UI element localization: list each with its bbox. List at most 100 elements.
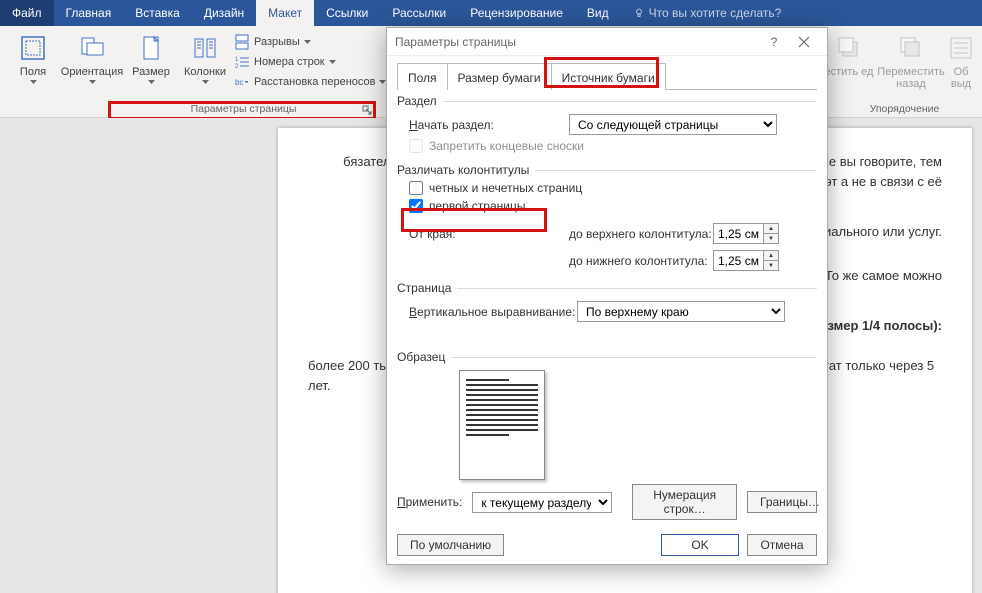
dlg-tab-paper-size[interactable]: Размер бумаги: [447, 63, 552, 90]
suppress-endnotes-label: Запретить концевые сноски: [429, 139, 584, 153]
ok-button[interactable]: OK: [661, 534, 739, 556]
cancel-button[interactable]: Отмена: [747, 534, 817, 556]
valign-label: Вертикальное выравнивание:: [409, 305, 577, 319]
tell-me-search[interactable]: Что вы хотите сделать?: [621, 6, 794, 20]
group-arrange: естить ед Переместить назад Об выд: [816, 26, 982, 102]
chevron-down-icon: [30, 80, 37, 84]
valign-select[interactable]: По верхнему краю: [577, 301, 785, 322]
tell-me-placeholder: Что вы хотите сделать?: [649, 6, 782, 20]
btn-selection-pane[interactable]: Об выд: [946, 28, 976, 102]
bring-forward-icon: [833, 32, 865, 64]
label: Поля: [20, 66, 46, 78]
chevron-down-icon: [329, 60, 336, 64]
dialog-apply-row: Применить: к текущему разделу Нумерация …: [397, 484, 817, 520]
group-hf-label: Различать колонтитулы: [397, 163, 529, 177]
svg-text:bc: bc: [235, 78, 243, 87]
dialog-body: Раздел Начать раздел: Со следующей стран…: [397, 94, 817, 524]
section-start-select[interactable]: Со следующей страницы: [569, 114, 777, 135]
lightbulb-icon: [633, 7, 645, 19]
header-distance-field[interactable]: [713, 223, 763, 244]
header-distance-input[interactable]: ▲▼: [713, 223, 781, 244]
group-preview-label: Образец: [397, 350, 445, 364]
label: Номера строк: [254, 56, 325, 68]
close-button[interactable]: [789, 28, 819, 56]
tab-layout[interactable]: Макет: [256, 0, 314, 26]
help-button[interactable]: ?: [759, 28, 789, 56]
close-icon: [798, 36, 810, 48]
svg-text:2: 2: [235, 64, 239, 70]
label: Расстановка переносов: [254, 76, 375, 88]
default-button[interactable]: По умолчанию: [397, 534, 504, 556]
tab-references[interactable]: Ссылки: [314, 0, 380, 26]
orientation-icon: [76, 32, 108, 64]
columns-icon: [189, 32, 221, 64]
tab-insert[interactable]: Вставка: [123, 0, 192, 26]
borders-button[interactable]: Границы…: [747, 491, 817, 513]
label: Разрывы: [254, 36, 300, 48]
dialog-titlebar[interactable]: Параметры страницы ?: [387, 28, 827, 56]
btn-line-numbers[interactable]: 12 Номера строк: [232, 52, 388, 72]
footer-distance-field[interactable]: [713, 250, 763, 271]
apply-to-label: Применить:: [397, 495, 462, 509]
label: Переместить назад: [876, 66, 946, 90]
btn-breaks[interactable]: Разрывы: [232, 32, 388, 52]
group-section-label: Раздел: [397, 94, 437, 108]
send-backward-icon: [895, 32, 927, 64]
line-numbers-button[interactable]: Нумерация строк…: [632, 484, 737, 520]
page-size-icon: [135, 32, 167, 64]
page-setup-launcher[interactable]: [362, 105, 372, 115]
page-setup-dialog: Параметры страницы ? Поля Размер бумаги …: [386, 27, 828, 565]
label: Размер: [132, 66, 170, 78]
btn-hyphenation[interactable]: bc Расстановка переносов: [232, 72, 388, 92]
caption-arrange: Упорядочение: [827, 101, 982, 117]
label: Параметры страницы: [191, 103, 297, 115]
svg-text:1: 1: [235, 57, 239, 63]
tab-review[interactable]: Рецензирование: [458, 0, 575, 26]
btn-orientation[interactable]: Ориентация: [60, 28, 124, 102]
chevron-down-icon: [202, 80, 209, 84]
group-page-setup: Поля Ориентация Размер Колонки: [0, 26, 395, 102]
margins-icon: [17, 32, 49, 64]
btn-size[interactable]: Размер: [124, 28, 178, 102]
label: естить ед: [825, 66, 874, 78]
dlg-tab-paper-source[interactable]: Источник бумаги: [551, 63, 666, 90]
suppress-endnotes-checkbox: [409, 139, 423, 153]
first-page-checkbox[interactable]: [409, 199, 423, 213]
label: Колонки: [184, 66, 226, 78]
footer-distance-label: до нижнего колонтитула:: [569, 254, 713, 268]
dialog-title: Параметры страницы: [395, 35, 516, 49]
hyphenation-icon: bc: [234, 74, 250, 90]
group-page-label: Страница: [397, 281, 451, 295]
tab-home[interactable]: Главная: [54, 0, 124, 26]
tab-file[interactable]: Файл: [0, 0, 54, 26]
caption-page-setup: Параметры страницы: [0, 101, 376, 117]
tab-mailings[interactable]: Рассылки: [380, 0, 458, 26]
section-start-label: Начать раздел:: [409, 118, 569, 132]
line-numbers-icon: 12: [234, 54, 250, 70]
odd-even-checkbox[interactable]: [409, 181, 423, 195]
label: Упорядочение: [870, 103, 940, 115]
spin-up-icon[interactable]: ▲: [764, 251, 778, 261]
header-distance-label: до верхнего колонтитула:: [569, 227, 713, 241]
from-edge-label: От края:: [409, 227, 569, 241]
apply-to-select[interactable]: к текущему разделу: [472, 492, 612, 513]
dialog-tabs: Поля Размер бумаги Источник бумаги: [387, 56, 827, 90]
ribbon-tabstrip: Файл Главная Вставка Дизайн Макет Ссылки…: [0, 0, 982, 26]
btn-bring-forward[interactable]: естить ед: [822, 28, 876, 102]
spin-down-icon[interactable]: ▼: [764, 261, 778, 270]
btn-columns[interactable]: Колонки: [178, 28, 232, 102]
odd-even-label: четных и нечетных страниц: [429, 181, 582, 195]
spin-up-icon[interactable]: ▲: [764, 224, 778, 234]
btn-margins[interactable]: Поля: [6, 28, 60, 102]
dlg-tab-margins[interactable]: Поля: [397, 63, 448, 90]
tab-view[interactable]: Вид: [575, 0, 621, 26]
page-preview: [459, 370, 545, 480]
selection-pane-icon: [945, 32, 977, 64]
footer-distance-input[interactable]: ▲▼: [713, 250, 781, 271]
label: Ориентация: [61, 66, 123, 78]
spin-down-icon[interactable]: ▼: [764, 234, 778, 243]
chevron-down-icon: [148, 80, 155, 84]
tab-design[interactable]: Дизайн: [192, 0, 256, 26]
dialog-footer: По умолчанию OK Отмена: [397, 534, 817, 556]
btn-send-backward[interactable]: Переместить назад: [876, 28, 946, 102]
